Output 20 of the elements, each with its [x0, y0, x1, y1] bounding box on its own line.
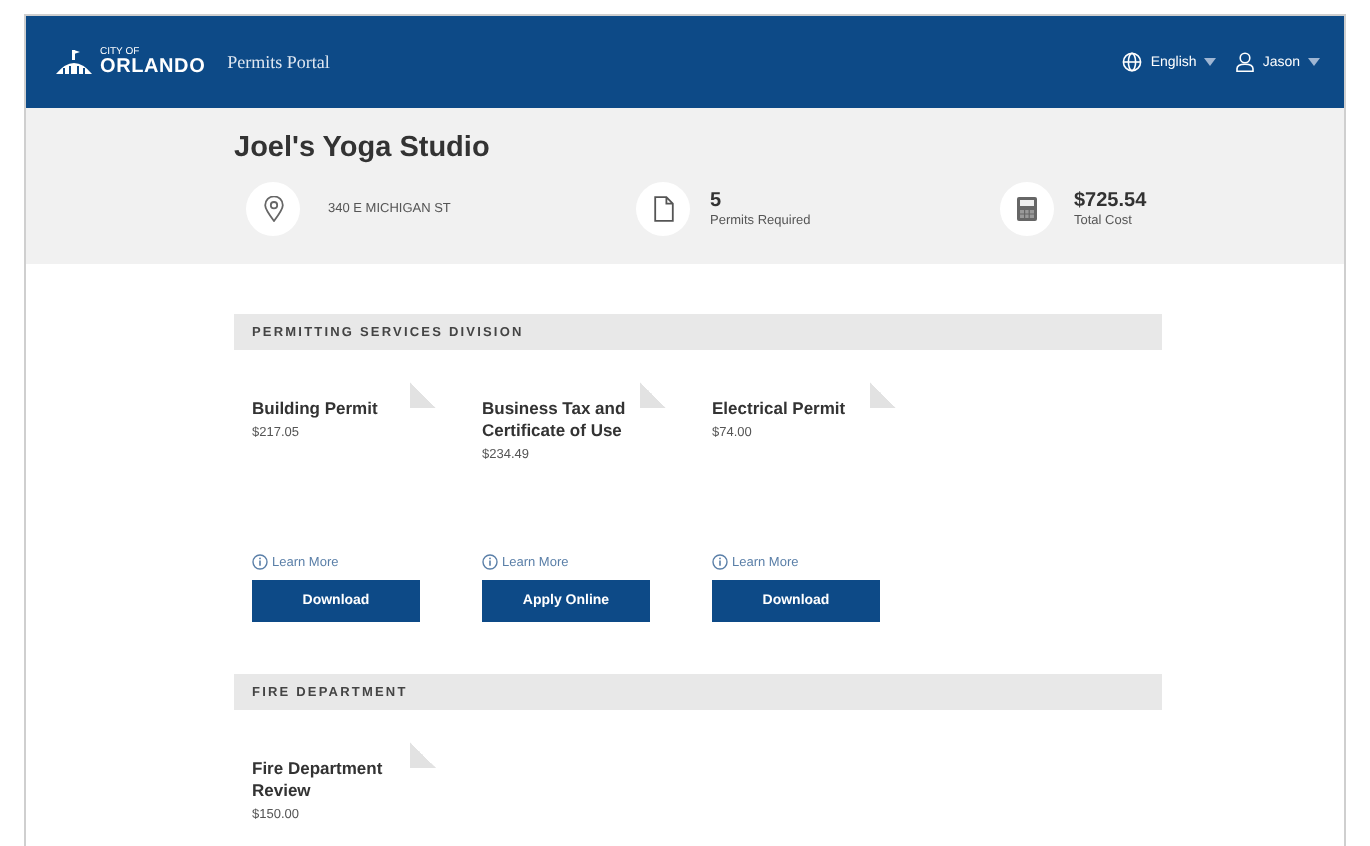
- calculator-icon: [1016, 196, 1038, 222]
- caret-icon: [1308, 58, 1320, 66]
- info-icon: [712, 554, 728, 570]
- document-icon: [653, 196, 673, 222]
- portal-title: Permits Portal: [227, 52, 330, 72]
- globe-icon: [1122, 52, 1143, 72]
- permit-count: 5: [710, 190, 724, 214]
- city-logo-icon: [54, 48, 94, 76]
- business-name: Joel's Yoga Studio: [234, 132, 492, 164]
- permit-name: Business Tax and Certificate of Use: [482, 398, 628, 443]
- info-icon: [482, 554, 498, 570]
- info-icon: [252, 554, 268, 570]
- map-pin-icon: [263, 196, 283, 222]
- permit-name: Fire Department Review: [252, 758, 385, 803]
- permit-name: Electrical Permit: [712, 398, 848, 421]
- permit-name: Building Permit: [252, 398, 380, 421]
- user-icon: [1236, 52, 1255, 72]
- caret-icon: [1204, 58, 1217, 66]
- logo-text: ORLANDO: [100, 57, 206, 77]
- total-cost-value: $725.54: [1074, 190, 1147, 214]
